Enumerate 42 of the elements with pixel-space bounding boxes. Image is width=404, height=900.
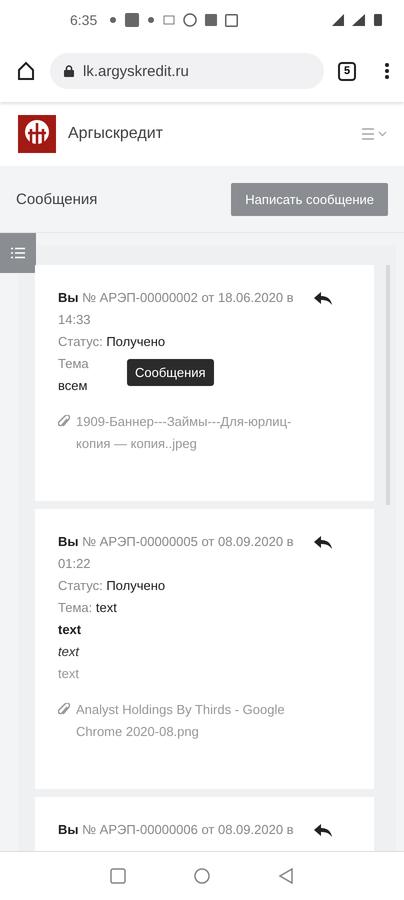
tab-count-button[interactable]: 5 — [338, 62, 356, 80]
attachment-link[interactable]: 1909-Баннер---Займы---Для-юрлиц-копия — копия..jpeg — [76, 411, 306, 455]
message-header: Вы № АРЭП-00000002 от 18.06.2020 в 14:33 — [58, 289, 295, 329]
status-line: Статус: Получено — [58, 577, 166, 595]
address-bar[interactable]: lk.argyskredit.ru — [50, 53, 324, 89]
message-text: text — [58, 643, 79, 661]
home-circle-icon[interactable] — [194, 868, 210, 884]
paperclip-icon — [58, 415, 70, 429]
home-icon[interactable] — [16, 61, 36, 81]
notification-icon — [163, 15, 176, 25]
reply-icon[interactable] — [314, 824, 332, 838]
reply-icon[interactable] — [314, 536, 332, 550]
calendar-icon — [225, 14, 238, 26]
subject-line: Тема — [58, 355, 89, 373]
signal-icon — [332, 13, 384, 27]
back-icon[interactable] — [278, 868, 294, 884]
reply-icon[interactable] — [314, 292, 332, 306]
subject-line: Тема: text — [58, 599, 117, 617]
notification-icon — [125, 13, 140, 27]
message-header: Вы № АРЭП-00000005 от 08.09.2020 в 01:22 — [58, 533, 295, 573]
tooltip: Сообщения — [127, 359, 214, 386]
logo-icon — [18, 115, 56, 153]
list-icon — [11, 247, 25, 259]
recents-icon[interactable] — [110, 868, 126, 884]
paperclip-icon — [58, 703, 70, 717]
message-header: Вы № АРЭП-00000006 от 08.09.2020 в — [58, 821, 295, 839]
brand-name: Аргыскредит — [68, 125, 163, 143]
page-title: Сообщения — [16, 190, 98, 208]
lock-icon — [64, 65, 74, 77]
dot-icon — [147, 16, 156, 24]
image-icon — [205, 14, 218, 26]
attachment-link[interactable]: Analyst Holdings By Thirds - Google Chrome 2020-08.png — [76, 699, 306, 743]
message-text: text — [58, 621, 82, 639]
dot-icon — [109, 16, 118, 24]
more-icon[interactable] — [384, 62, 390, 80]
status-line: Статус: Получено — [58, 333, 166, 351]
phone-icon — [183, 13, 198, 27]
write-message-button[interactable]: Написать сообщение — [231, 182, 388, 216]
message-text: text — [58, 665, 79, 683]
message-text: всем — [58, 377, 88, 395]
clock: 6:35 — [70, 12, 98, 28]
sidebar-toggle-button[interactable] — [0, 233, 36, 273]
